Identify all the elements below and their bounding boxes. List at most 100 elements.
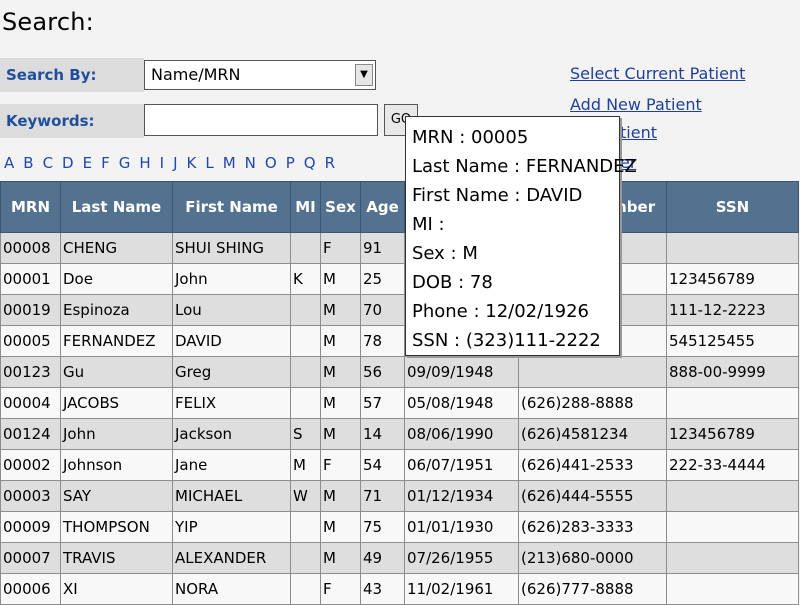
table-cell bbox=[290, 294, 321, 326]
table-cell: 00123 bbox=[0, 356, 61, 388]
column-header-sex[interactable]: Sex bbox=[320, 181, 361, 233]
column-header-age[interactable]: Age bbox=[360, 181, 405, 233]
alphabet-letter-m[interactable]: M bbox=[223, 154, 236, 172]
table-cell bbox=[290, 542, 321, 574]
table-cell: FERNANDEZ bbox=[60, 325, 173, 357]
alphabet-letter-q[interactable]: Q bbox=[304, 154, 316, 172]
table-cell: M bbox=[320, 263, 361, 295]
alphabet-letter-g[interactable]: G bbox=[119, 154, 131, 172]
table-cell: 00005 bbox=[0, 325, 61, 357]
search-by-select[interactable]: Name/MRN ▼ bbox=[144, 60, 376, 90]
table-row[interactable]: 00019 Espinoza Lou M 70 111-12-2223 bbox=[0, 294, 799, 326]
table-cell: 00007 bbox=[0, 542, 61, 574]
table-cell: 123456789 bbox=[666, 418, 799, 450]
keywords-input[interactable] bbox=[144, 104, 378, 136]
table-cell: Greg bbox=[172, 356, 291, 388]
table-cell: M bbox=[320, 325, 361, 357]
table-cell bbox=[518, 356, 667, 388]
table-cell: 00004 bbox=[0, 387, 61, 419]
table-cell: 00124 bbox=[0, 418, 61, 450]
table-cell: 70 bbox=[360, 294, 405, 326]
select-current-patient-link[interactable]: Select Current Patient bbox=[570, 64, 745, 83]
partial-patient-link[interactable]: tient bbox=[620, 123, 657, 142]
alphabet-letter-i[interactable]: I bbox=[160, 154, 164, 172]
tooltip-line: Last Name : FERNANDEZ bbox=[412, 156, 637, 177]
table-cell: 00002 bbox=[0, 449, 61, 481]
table-cell: Gu bbox=[60, 356, 173, 388]
table-cell: 54 bbox=[360, 449, 405, 481]
table-cell bbox=[290, 511, 321, 543]
alphabet-letter-e[interactable]: E bbox=[83, 154, 92, 172]
alphabet-letter-j[interactable]: J bbox=[173, 154, 177, 172]
table-cell: 111-12-2223 bbox=[666, 294, 799, 326]
alphabet-letter-d[interactable]: D bbox=[62, 154, 74, 172]
table-row[interactable]: 00123 Gu Greg M 56 09/09/1948 888-00-9999 bbox=[0, 356, 799, 388]
column-header-first-name[interactable]: First Name bbox=[172, 181, 291, 233]
table-cell: 25 bbox=[360, 263, 405, 295]
table-cell: TRAVIS bbox=[60, 542, 173, 574]
table-row[interactable]: 00004 JACOBS FELIX M 57 05/08/1948 (626)288-88… bbox=[0, 387, 799, 419]
table-cell: 07/26/1955 bbox=[404, 542, 519, 574]
table-cell bbox=[666, 232, 799, 264]
table-cell bbox=[666, 480, 799, 512]
column-header-mi[interactable]: MI bbox=[290, 181, 321, 233]
alphabet-letter-n[interactable]: N bbox=[245, 154, 256, 172]
alphabet-letter-l[interactable]: L bbox=[205, 154, 213, 172]
chevron-down-icon[interactable]: ▼ bbox=[355, 64, 373, 86]
table-cell: S bbox=[290, 418, 321, 450]
table-cell: 78 bbox=[360, 325, 405, 357]
alphabet-letter-c[interactable]: C bbox=[43, 154, 53, 172]
table-row[interactable]: 00008CHENGSHUI SHINGF91(626)...22 bbox=[0, 232, 799, 264]
alphabet-letter-o[interactable]: O bbox=[265, 154, 277, 172]
table-cell: John bbox=[60, 418, 173, 450]
table-cell: MICHAEL bbox=[172, 480, 291, 512]
alphabet-letter-f[interactable]: F bbox=[101, 154, 110, 172]
alphabet-letter-r[interactable]: R bbox=[325, 154, 335, 172]
table-cell bbox=[290, 387, 321, 419]
table-cell: (213)680-0000 bbox=[518, 542, 667, 574]
table-cell bbox=[666, 387, 799, 419]
table-cell: 00003 bbox=[0, 480, 61, 512]
table-cell: 01/12/1934 bbox=[404, 480, 519, 512]
table-cell: THOMPSON bbox=[60, 511, 173, 543]
add-new-patient-link[interactable]: Add New Patient bbox=[570, 95, 702, 114]
table-row[interactable]: 00001DoeJohnKM25...17123456789 bbox=[0, 263, 799, 295]
table-row[interactable]: 00007 TRAVIS ALEXANDER M 49 07/26/1955 (213)68… bbox=[0, 542, 799, 574]
table-cell: (626)283-3333 bbox=[518, 511, 667, 543]
table-row[interactable]: 00003 SAY MICHAEL W M 71 01/12/1934 (626)444-55… bbox=[0, 480, 799, 512]
table-cell: John bbox=[172, 263, 291, 295]
table-row[interactable]: 00009 THOMPSON YIP M 75 01/01/1930 (626)283-33… bbox=[0, 511, 799, 543]
table-row[interactable]: 00124 John Jackson S M 14 08/06/1990 (626)45812… bbox=[0, 418, 799, 450]
alphabet-letter-k[interactable]: K bbox=[187, 154, 197, 172]
table-cell: 06/07/1951 bbox=[404, 449, 519, 481]
table-cell: Lou bbox=[172, 294, 291, 326]
patient-detail-tooltip: MRN : 00005 Last Name : FERNANDEZ First Na… bbox=[405, 116, 637, 356]
table-cell: M bbox=[320, 387, 361, 419]
table-cell: 00009 bbox=[0, 511, 61, 543]
column-header-ssn[interactable]: SSN bbox=[666, 181, 799, 233]
table-cell: (626)288-8888 bbox=[518, 387, 667, 419]
table-cell: 00001 bbox=[0, 263, 61, 295]
table-cell: 05/08/1948 bbox=[404, 387, 519, 419]
table-row[interactable]: 00002 Johnson Jane M F 54 06/07/1951 (626)441-2… bbox=[0, 449, 799, 481]
table-cell: DAVID bbox=[172, 325, 291, 357]
alphabet-letter-p[interactable]: P bbox=[286, 154, 295, 172]
table-cell: ALEXANDER bbox=[172, 542, 291, 574]
table-cell: SHUI SHING bbox=[172, 232, 291, 264]
search-by-label: Search By: bbox=[0, 58, 144, 92]
alphabet-letter-b[interactable]: B bbox=[23, 154, 33, 172]
alphabet-letter-h[interactable]: H bbox=[139, 154, 150, 172]
table-cell: W bbox=[290, 480, 321, 512]
table-cell: M bbox=[320, 294, 361, 326]
table-cell: M bbox=[320, 418, 361, 450]
table-cell: Doe bbox=[60, 263, 173, 295]
tooltip-line: Sex : M bbox=[412, 243, 478, 264]
table-cell: M bbox=[320, 511, 361, 543]
table-header-row: MRNLast NameFirst NameMISexAgeDOBPhone N… bbox=[0, 181, 799, 233]
table-cell: 222-33-4444 bbox=[666, 449, 799, 481]
alphabet-letter-a[interactable]: A bbox=[4, 154, 14, 172]
column-header-mrn[interactable]: MRN bbox=[0, 181, 61, 233]
table-cell: 56 bbox=[360, 356, 405, 388]
column-header-last-name[interactable]: Last Name bbox=[60, 181, 173, 233]
table-row[interactable]: 00005FERNANDEZDAVIDM78...22545125455 bbox=[0, 325, 799, 357]
